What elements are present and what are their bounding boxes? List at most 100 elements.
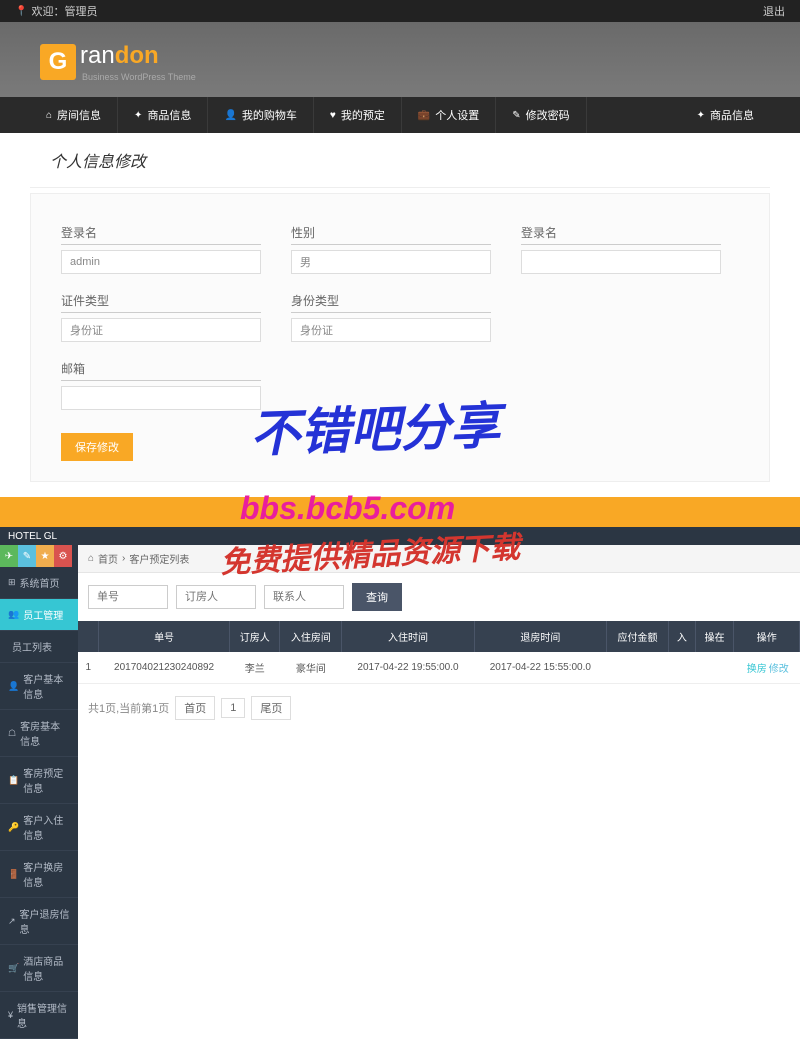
sidebar-icon: 🔑 xyxy=(8,822,19,833)
nav-label: 商品信息 xyxy=(147,107,191,123)
nav-item-4[interactable]: 💼 个人设置 xyxy=(402,97,496,133)
last-page-button[interactable]: 尾页 xyxy=(251,696,291,720)
welcome-text: 欢迎：管理员 xyxy=(31,3,97,19)
table-header: 单号 xyxy=(99,621,230,652)
sidebar-item-7[interactable]: 🚪 客户换房信息 xyxy=(0,851,78,898)
page-info: 共1页,当前第1页 xyxy=(88,700,169,716)
nav-label: 商品信息 xyxy=(710,107,754,123)
field-input[interactable] xyxy=(291,250,491,274)
pagination: 共1页,当前第1页 首页 1 尾页 xyxy=(78,684,800,732)
sidebar-label: 销售管理信息 xyxy=(17,1000,70,1030)
sidebar-item-0[interactable]: ⊞ 系统首页 xyxy=(0,567,78,599)
tool-icon-2[interactable]: ✎ xyxy=(18,545,36,567)
field-input[interactable] xyxy=(61,250,261,274)
nav-item-2[interactable]: 👤 我的购物车 xyxy=(208,97,313,133)
field-label: 登录名 xyxy=(61,224,261,245)
sidebar-item-6[interactable]: 🔑客户入住信息 xyxy=(0,804,78,851)
logo-subtitle: Business WordPress Theme xyxy=(82,72,196,82)
sidebar-item-1[interactable]: 👥员工管理 xyxy=(0,599,78,631)
hotel-header: HOTEL GL xyxy=(0,527,800,545)
sidebar-item-9[interactable]: 🛒 酒店商品信息 xyxy=(0,945,78,992)
nav-label: 我的预定 xyxy=(341,107,385,123)
nav-icon: ⌂ xyxy=(46,110,52,121)
footer-bar xyxy=(0,497,800,527)
sidebar-item-2[interactable]: 员工列表 xyxy=(0,631,78,663)
table-header: 操在 xyxy=(695,621,734,652)
logo-text: randon xyxy=(80,42,159,69)
profile-form: 登录名性别登录名 证件类型身份类型 邮箱 保存修改 xyxy=(30,193,770,482)
sidebar-label: 员工列表 xyxy=(12,639,52,654)
table-row: 1 201704021230240892 李兰 豪华间 2017-04-22 1… xyxy=(78,652,800,684)
sidebar-label: 酒店商品信息 xyxy=(23,953,70,983)
nav-icon: 👤 xyxy=(224,110,236,121)
page-title: 个人信息修改 xyxy=(30,133,770,188)
sidebar-item-5[interactable]: 📋客房预定信息 xyxy=(0,757,78,804)
logo: G randon Business WordPress Theme xyxy=(40,42,760,82)
breadcrumb-current: 客户预定列表 xyxy=(129,551,189,566)
nav-label: 个人设置 xyxy=(435,107,479,123)
edit-link[interactable]: 修改 xyxy=(769,664,789,675)
table-header: 退房时间 xyxy=(474,621,606,652)
sidebar-icon: ↗ xyxy=(8,916,16,927)
search-order-input[interactable] xyxy=(88,585,168,609)
sidebar-label: 客房基本信息 xyxy=(20,718,70,748)
nav-label: 房间信息 xyxy=(57,107,101,123)
sidebar-item-3[interactable]: 👤 客户基本信息 xyxy=(0,663,78,710)
search-bar: 查询 xyxy=(78,573,800,621)
search-button[interactable]: 查询 xyxy=(352,583,402,611)
submit-button[interactable]: 保存修改 xyxy=(61,433,133,461)
sidebar-icon: 🚪 xyxy=(8,869,19,880)
nav-label: 修改密码 xyxy=(526,107,570,123)
nav-item-5[interactable]: ✎ 修改密码 xyxy=(496,97,586,133)
nav-label: 我的购物车 xyxy=(242,107,297,123)
field-label: 证件类型 xyxy=(61,292,261,313)
nav-icon: ✎ xyxy=(512,110,520,121)
admin-bar: 📍欢迎：管理员 退出 xyxy=(0,0,800,22)
table-header: 操作 xyxy=(734,621,800,652)
search-booker-input[interactable] xyxy=(176,585,256,609)
nav-item-6[interactable]: ✦商品信息 xyxy=(681,97,770,133)
field-input[interactable] xyxy=(291,318,491,342)
sidebar-item-10[interactable]: ¥ 销售管理信息 xyxy=(0,992,78,1039)
page-number-button[interactable]: 1 xyxy=(221,698,245,718)
field-label: 登录名 xyxy=(521,224,721,245)
logout-link[interactable]: 退出 xyxy=(763,3,785,19)
nav-item-1[interactable]: ✦ 商品信息 xyxy=(118,97,208,133)
field-input[interactable] xyxy=(61,318,261,342)
sidebar-label: 系统首页 xyxy=(20,575,60,590)
field-input[interactable] xyxy=(521,250,721,274)
field-input[interactable] xyxy=(61,386,261,410)
tool-icon-4[interactable]: ⚙ xyxy=(54,545,72,567)
sidebar-icon: 🛒 xyxy=(8,963,19,974)
nav-item-0[interactable]: ⌂ 房间信息 xyxy=(30,97,118,133)
field-label: 邮箱 xyxy=(61,360,261,381)
sidebar-label: 客户基本信息 xyxy=(23,671,70,701)
row-actions: 换房修改 xyxy=(734,652,800,684)
sidebar-icon: 📋 xyxy=(8,775,19,786)
sidebar-icon: ⊞ xyxy=(8,577,16,588)
breadcrumb: ⌂ 首页 › 客户预定列表 xyxy=(78,545,800,573)
tool-icon-1[interactable]: ✈ xyxy=(0,545,18,567)
sidebar-item-4[interactable]: ☖客房基本信息 xyxy=(0,710,78,757)
table-header: 入住房间 xyxy=(280,621,342,652)
first-page-button[interactable]: 首页 xyxy=(175,696,215,720)
sidebar-label: 客户换房信息 xyxy=(23,859,70,889)
nav-icon: 💼 xyxy=(418,110,430,121)
change-room-link[interactable]: 换房 xyxy=(747,664,767,675)
table-header: 入 xyxy=(668,621,695,652)
data-table: 单号订房人入住房间入住时间退房时间应付金额入操在操作 1 20170402123… xyxy=(78,621,800,684)
nav-item-3[interactable]: ♥ 我的预定 xyxy=(314,97,402,133)
sidebar-icon: 👤 xyxy=(8,681,19,692)
breadcrumb-home[interactable]: 首页 xyxy=(98,551,118,566)
sidebar-icon: ¥ xyxy=(8,1010,13,1020)
sidebar-item-8[interactable]: ↗ 客户退房信息 xyxy=(0,898,78,945)
field-label: 性别 xyxy=(291,224,491,245)
nav-icon: ♥ xyxy=(330,110,336,121)
home-icon[interactable]: ⌂ xyxy=(88,553,94,564)
search-contact-input[interactable] xyxy=(264,585,344,609)
sidebar-label: 客户退房信息 xyxy=(20,906,70,936)
logo-icon: G xyxy=(40,44,76,80)
tool-icon-3[interactable]: ★ xyxy=(36,545,54,567)
table-header: 应付金额 xyxy=(607,621,669,652)
nav-icon: ✦ xyxy=(134,110,142,121)
